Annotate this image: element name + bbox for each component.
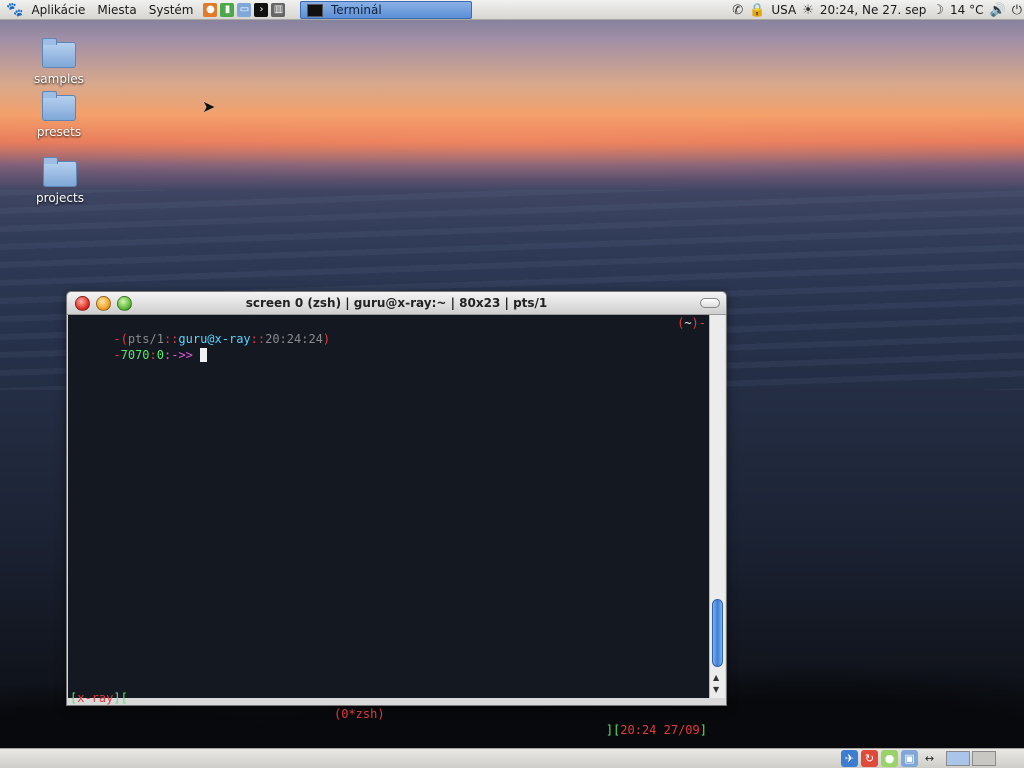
system-tray: ✆ 🔒 USA ☀ 20:24, Ne 27. sep ☽ 14 °C 🔊 ⏻ bbox=[732, 0, 1022, 20]
menu-system[interactable]: Systém bbox=[143, 0, 200, 20]
desktop-icon-label: presets bbox=[36, 125, 82, 139]
prompt-close: ) bbox=[322, 332, 331, 346]
prompt-dir: ~ bbox=[684, 316, 692, 330]
keyboard-layout[interactable]: USA bbox=[771, 3, 796, 17]
prompt-dir-group: (~)- bbox=[677, 315, 706, 331]
folder-icon bbox=[42, 91, 76, 121]
folder-icon bbox=[42, 38, 76, 68]
workspace-1[interactable] bbox=[946, 751, 970, 766]
status-right: ][20:24 27/09] bbox=[606, 722, 707, 738]
prompt-dir-close: )- bbox=[691, 316, 706, 330]
network-icon[interactable]: ✈ bbox=[841, 750, 858, 767]
prompt-sep: : bbox=[149, 348, 157, 362]
prompt-pid: 7070 bbox=[120, 348, 150, 362]
scroll-down-arrow-icon[interactable]: ▼ bbox=[713, 685, 719, 694]
power-icon[interactable]: ⏻ bbox=[1012, 3, 1022, 18]
folder-icon bbox=[43, 157, 77, 187]
close-button[interactable] bbox=[75, 296, 90, 311]
screen-statusline: [x-ray][ (0*zsh) ][20:24 27/09] bbox=[70, 674, 707, 737]
toolbar-toggle-button[interactable] bbox=[700, 298, 720, 308]
status-left: [x-ray][ bbox=[70, 690, 128, 706]
window-title: screen 0 (zsh) | guru@x-ray:~ | 80x23 | … bbox=[245, 296, 548, 310]
terminal-window: screen 0 (zsh) | guru@x-ray:~ | 80x23 | … bbox=[66, 291, 727, 737]
taskbar-terminal-button[interactable]: Terminál bbox=[300, 1, 472, 19]
screenshot-icon[interactable]: ▣ bbox=[901, 750, 918, 767]
bottom-panel: ✈ ↻ ● ▣ ↔ bbox=[0, 748, 1024, 768]
temperature[interactable]: 14 °C bbox=[950, 3, 983, 17]
prompt-window: 0 bbox=[156, 348, 164, 362]
top-panel: 🐾 Aplikácie Miesta Systém ● ▮ ▭ › ▥ Term… bbox=[0, 0, 1024, 20]
resize-icon[interactable]: ↔ bbox=[921, 750, 938, 767]
status-bracket: ][ bbox=[113, 691, 128, 705]
prompt-lead: - bbox=[113, 348, 121, 362]
status-host: x-ray bbox=[77, 691, 114, 705]
menu-applications[interactable]: Aplikácie bbox=[25, 0, 91, 20]
text-cursor bbox=[200, 348, 208, 362]
folder-launcher-icon[interactable]: ▭ bbox=[237, 2, 252, 17]
lock-launcher-icon[interactable]: ▮ bbox=[220, 2, 235, 17]
lock-icon[interactable]: 🔒 bbox=[749, 3, 765, 18]
trash-launcher-icon[interactable]: ▥ bbox=[271, 2, 286, 17]
volume-icon[interactable]: 🔊 bbox=[990, 3, 1006, 18]
workspace-2[interactable] bbox=[972, 751, 996, 766]
prompt-tty: pts/1 bbox=[127, 332, 164, 346]
maximize-button[interactable] bbox=[117, 296, 132, 311]
vertical-scrollbar[interactable]: ▲ ▼ bbox=[709, 315, 725, 698]
prompt-arrow: :->> bbox=[163, 348, 193, 362]
scrollbar-thumb[interactable] bbox=[712, 599, 723, 667]
taskbar-terminal-label: Terminál bbox=[331, 3, 382, 17]
prompt-line-1: -(pts/1::guru@x-ray::20:24:24) (~)- bbox=[70, 315, 707, 346]
terminal-launcher-icon[interactable]: › bbox=[254, 2, 269, 17]
status-bracket: ][ bbox=[605, 723, 621, 737]
minimize-button[interactable] bbox=[96, 296, 111, 311]
desktop-icon-label: projects bbox=[36, 191, 84, 205]
status-icon[interactable]: ● bbox=[881, 750, 898, 767]
status-bracket: ] bbox=[699, 723, 707, 737]
wallpaper-sky-glow bbox=[0, 110, 1024, 180]
desktop-icon-projects[interactable]: projects bbox=[20, 157, 100, 205]
mouse-pointer-icon: ➤ bbox=[202, 97, 216, 116]
gnome-foot-icon[interactable]: 🐾 bbox=[6, 2, 23, 18]
desktop-icon-presets[interactable]: presets bbox=[19, 91, 99, 139]
window-titlebar[interactable]: screen 0 (zsh) | guru@x-ray:~ | 80x23 | … bbox=[67, 292, 726, 315]
prompt-open: -( bbox=[113, 332, 128, 346]
desktop-icon-samples[interactable]: samples bbox=[19, 38, 99, 86]
prompt-sep: :: bbox=[163, 332, 179, 346]
scroll-up-arrow-icon[interactable]: ▲ bbox=[713, 673, 719, 682]
launcher-group: ● ▮ ▭ › ▥ bbox=[203, 2, 286, 17]
update-icon[interactable]: ↻ bbox=[861, 750, 878, 767]
firefox-launcher-icon[interactable]: ● bbox=[203, 2, 218, 17]
menu-places[interactable]: Miesta bbox=[91, 0, 142, 20]
prompt-user-host: guru@x-ray bbox=[178, 332, 251, 346]
terminal-screen[interactable]: -(pts/1::guru@x-ray::20:24:24) (~)- -707… bbox=[68, 315, 709, 737]
prompt-sep: :: bbox=[250, 332, 266, 346]
status-datetime: 20:24 27/09 bbox=[620, 723, 700, 737]
prompt-time: 20:24:24 bbox=[265, 332, 323, 346]
bottom-tray-icons: ✈ ↻ ● ▣ ↔ bbox=[841, 750, 938, 767]
desktop-icon-label: samples bbox=[34, 72, 84, 86]
clock[interactable]: 20:24, Ne 27. sep bbox=[820, 3, 927, 17]
weather-icon[interactable]: ☀ bbox=[802, 3, 814, 18]
moon-icon: ☽ bbox=[932, 2, 945, 18]
phone-icon[interactable]: ✆ bbox=[732, 3, 743, 18]
status-window-list: (0*zsh) bbox=[334, 707, 385, 721]
terminal-icon bbox=[307, 3, 323, 17]
